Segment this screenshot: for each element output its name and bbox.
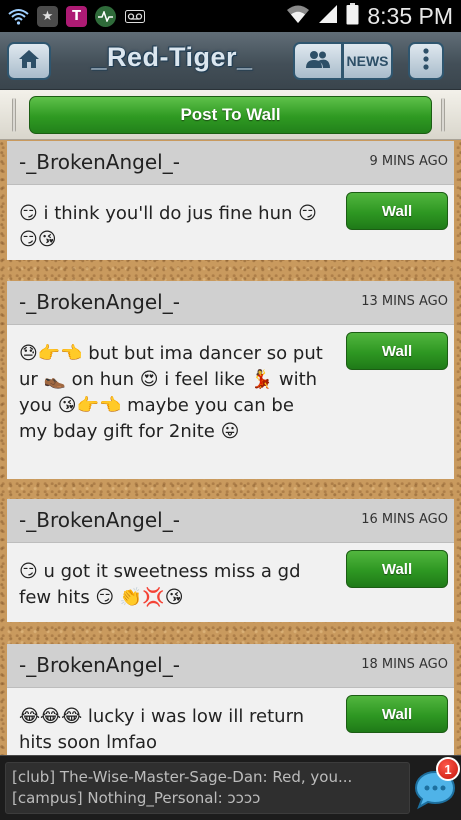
- post-timestamp: 13 MINS AGO: [361, 294, 448, 309]
- app-brand-title: _Red-Tiger_: [91, 42, 253, 72]
- post-author[interactable]: -_BrokenAngel_-: [19, 290, 180, 314]
- notification-icons: ★ T: [8, 5, 145, 27]
- chat-preview[interactable]: [club] The-Wise-Master-Sage-Dan: Red, yo…: [5, 762, 410, 814]
- post-header: -_BrokenAngel_- 9 MINS AGO: [7, 141, 454, 185]
- post-header: -_BrokenAngel_- 16 MINS AGO: [7, 499, 454, 543]
- post-to-wall-button[interactable]: Post To Wall: [29, 96, 432, 134]
- post-message: 😂😂😂 lucky i was low ill return hits soon…: [19, 706, 305, 753]
- chat-ticker: [club] The-Wise-Master-Sage-Dan: Red, yo…: [0, 755, 461, 820]
- cell-signal-icon: [318, 4, 338, 28]
- pin-right-icon: [441, 98, 445, 132]
- home-button[interactable]: [7, 42, 51, 80]
- battery-icon: [346, 3, 359, 29]
- chat-line: [campus] Nothing_Personal: ↄↄↄↄ: [12, 789, 261, 807]
- unread-badge: 1: [436, 757, 460, 781]
- post-body: 😏 u got it sweetness miss a gd few hits …: [7, 543, 454, 611]
- voicemail-icon: [124, 6, 145, 27]
- tmobile-icon: T: [66, 5, 87, 27]
- star-icon: ★: [37, 5, 58, 27]
- system-icons: 8:35 PM: [286, 3, 453, 30]
- post-body: 😓👉👈 but but ima dancer so put ur 👞 on hu…: [7, 325, 454, 445]
- post-header: -_BrokenAngel_- 18 MINS AGO: [7, 644, 454, 688]
- post-body: 😂😂😂 lucky i was low ill return hits soon…: [7, 688, 454, 755]
- wifi-icon: [8, 6, 29, 27]
- friends-button[interactable]: [293, 42, 343, 80]
- wall-post: -_BrokenAngel_- 18 MINS AGO 😂😂😂 lucky i …: [7, 644, 454, 755]
- post-timestamp: 9 MINS AGO: [369, 154, 448, 169]
- menu-dots-icon: [423, 48, 429, 74]
- wall-button[interactable]: Wall: [346, 332, 448, 370]
- post-author[interactable]: -_BrokenAngel_-: [19, 508, 180, 532]
- post-toolbar: Post To Wall: [0, 90, 461, 140]
- status-bar: ★ T 8:35 PM: [0, 0, 461, 32]
- wall-post-list[interactable]: -_BrokenAngel_- 9 MINS AGO 😏 i think you…: [0, 141, 461, 755]
- post-header: -_BrokenAngel_- 13 MINS AGO: [7, 281, 454, 325]
- wall-button[interactable]: Wall: [346, 192, 448, 230]
- app-header: _Red-Tiger_ NEWS: [0, 32, 461, 90]
- post-timestamp: 16 MINS AGO: [361, 512, 448, 527]
- wall-button[interactable]: Wall: [346, 695, 448, 733]
- clock: 8:35 PM: [367, 2, 453, 29]
- post-message: 😏 u got it sweetness miss a gd few hits …: [19, 561, 301, 608]
- chat-line: [club] The-Wise-Master-Sage-Dan: Red, yo…: [12, 768, 353, 786]
- news-button[interactable]: NEWS: [343, 42, 393, 80]
- post-body: 😏 i think you'll do jus fine hun 😏😏😘 Wal…: [7, 185, 454, 253]
- wall-post: -_BrokenAngel_- 16 MINS AGO 😏 u got it s…: [7, 499, 454, 622]
- post-message: 😏 i think you'll do jus fine hun 😏😏😘: [19, 203, 317, 250]
- post-author[interactable]: -_BrokenAngel_-: [19, 653, 180, 677]
- post-author[interactable]: -_BrokenAngel_-: [19, 150, 180, 174]
- pin-left-icon: [12, 98, 16, 132]
- wall-post: -_BrokenAngel_- 9 MINS AGO 😏 i think you…: [7, 141, 454, 260]
- wall-button[interactable]: Wall: [346, 550, 448, 588]
- overflow-menu-button[interactable]: [408, 42, 444, 80]
- post-message: 😓👉👈 but but ima dancer so put ur 👞 on hu…: [19, 343, 323, 442]
- activity-icon: [95, 5, 116, 27]
- home-icon: [18, 49, 40, 73]
- wifi-signal-icon: [286, 4, 310, 28]
- wall-post: -_BrokenAngel_- 13 MINS AGO 😓👉👈 but but …: [7, 281, 454, 479]
- friends-icon: [306, 50, 330, 72]
- post-timestamp: 18 MINS AGO: [361, 657, 448, 672]
